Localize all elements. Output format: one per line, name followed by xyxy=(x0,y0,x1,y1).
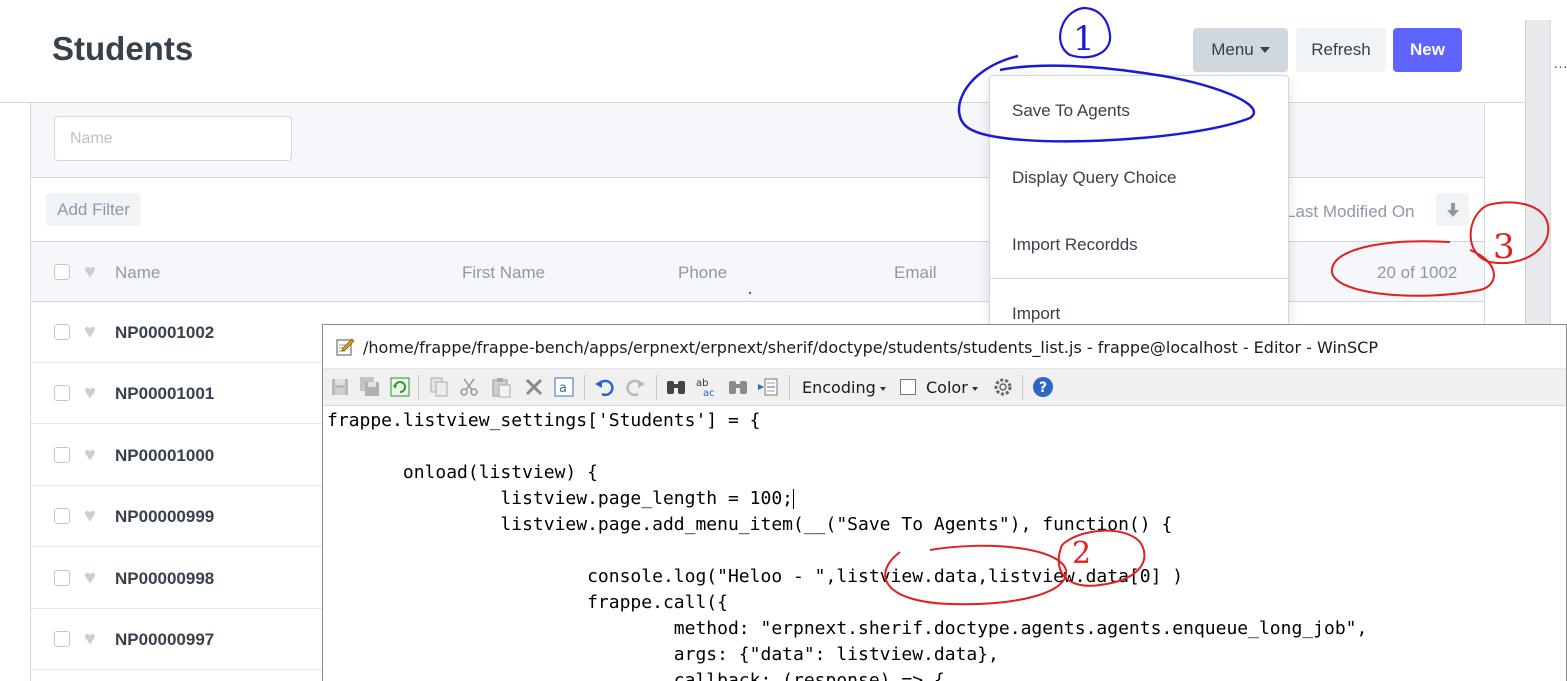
code-line: listview.page.add_menu_item(__("Save To … xyxy=(327,514,1173,535)
encoding-dropdown[interactable]: Encoding xyxy=(802,378,886,397)
toolbar-separator xyxy=(656,375,657,400)
undo-icon[interactable] xyxy=(593,376,615,398)
winscp-editor-window: /home/frappe/frappe-bench/apps/erpnext/e… xyxy=(322,324,1567,681)
annotation-dot xyxy=(749,292,751,294)
find-next-icon[interactable] xyxy=(727,376,749,398)
cut-icon[interactable] xyxy=(458,376,480,398)
gear-icon[interactable] xyxy=(992,376,1014,398)
row-name-link[interactable]: NP00001000 xyxy=(115,446,214,466)
editor-titlebar[interactable]: /home/frappe/frappe-bench/apps/erpnext/e… xyxy=(323,325,1566,369)
heart-icon[interactable]: ♥ xyxy=(84,506,96,526)
row-name-link[interactable]: NP00001001 xyxy=(115,384,214,404)
delete-icon[interactable] xyxy=(523,376,545,398)
code-line: args: {"data": listview.data}, xyxy=(327,644,999,665)
color-checkbox[interactable] xyxy=(900,379,916,395)
select-all-checkbox[interactable] xyxy=(54,264,70,280)
row-name-link[interactable]: NP00000997 xyxy=(115,630,214,650)
menu-button[interactable]: Menu xyxy=(1193,28,1288,72)
svg-text:?: ? xyxy=(1039,380,1047,396)
select-all-icon[interactable]: a xyxy=(553,376,575,398)
code-line: method: "erpnext.sherif.doctype.agents.a… xyxy=(327,618,1368,639)
find-icon[interactable] xyxy=(665,376,687,398)
caret-down-icon xyxy=(971,386,978,391)
toolbar-separator xyxy=(418,375,419,400)
caret-down-icon xyxy=(1259,47,1270,53)
save-icon[interactable] xyxy=(329,376,351,398)
menu-item-save-to-agents[interactable]: Save To Agents xyxy=(1012,101,1130,121)
row-checkbox[interactable] xyxy=(54,508,70,524)
list-count: 20 of 1002 xyxy=(1377,263,1458,282)
column-header-first-name: First Name xyxy=(462,263,546,282)
code-line: callback: (response) => { xyxy=(327,670,945,681)
row-checkbox[interactable] xyxy=(54,324,70,340)
heart-icon[interactable]: ♥ xyxy=(84,445,96,465)
row-name-link[interactable]: NP00000999 xyxy=(115,507,214,527)
row-checkbox[interactable] xyxy=(54,385,70,401)
code-editor[interactable]: frappe.listview_settings['Students'] = {… xyxy=(323,407,1566,681)
toolbar-separator xyxy=(1022,375,1023,400)
name-filter-input[interactable] xyxy=(54,116,292,161)
column-header-name[interactable]: Name xyxy=(115,263,160,283)
arrow-down-icon xyxy=(1446,202,1459,217)
heart-icon[interactable]: ♥ xyxy=(84,262,96,282)
heart-icon[interactable]: ♥ xyxy=(84,568,96,588)
column-header-email: Email xyxy=(894,263,937,282)
heart-icon[interactable]: ♥ xyxy=(84,383,96,403)
sort-order-button[interactable] xyxy=(1436,193,1469,226)
code-line-cursor: listview.page_length = 100; xyxy=(327,489,794,509)
column-header-phone: Phone xyxy=(678,263,728,282)
copy-icon[interactable] xyxy=(428,376,450,398)
save-all-icon[interactable] xyxy=(359,376,381,398)
menu-item-import[interactable]: Import xyxy=(1012,304,1060,324)
menu-divider xyxy=(990,278,1288,279)
toolbar-separator xyxy=(789,375,790,400)
menu-dropdown: Save To Agents Display Query Choice Impo… xyxy=(989,75,1289,330)
goto-line-icon[interactable] xyxy=(757,376,779,398)
heart-icon[interactable]: ♥ xyxy=(84,629,96,649)
row-checkbox[interactable] xyxy=(54,570,70,586)
reload-icon[interactable] xyxy=(389,376,411,398)
row-name-link[interactable]: NP00001002 xyxy=(115,323,214,343)
add-filter-button[interactable]: Add Filter xyxy=(46,193,141,226)
color-dropdown[interactable]: Color xyxy=(926,378,978,397)
sort-selector[interactable]: Last Modified On xyxy=(1286,202,1415,222)
editor-toolbar: a ab ac Encoding Color ? xyxy=(323,369,1566,406)
code-line: onload(listview) { xyxy=(327,462,598,483)
encoding-label: Encoding xyxy=(802,378,876,397)
menu-item-display-query-choice[interactable]: Display Query Choice xyxy=(1012,168,1176,188)
notepad-pencil-icon xyxy=(336,338,355,356)
row-checkbox[interactable] xyxy=(54,631,70,647)
code-line: frappe.call({ xyxy=(327,592,728,613)
redo-icon[interactable] xyxy=(625,376,647,398)
heart-icon[interactable]: ♥ xyxy=(84,322,96,342)
editor-title: /home/frappe/frappe-bench/apps/erpnext/e… xyxy=(363,338,1378,357)
page-title: Students xyxy=(52,30,194,67)
help-icon[interactable]: ? xyxy=(1032,376,1054,398)
svg-text:a: a xyxy=(559,381,567,396)
menu-item-import-records[interactable]: Import Recordds xyxy=(1012,235,1138,255)
new-button[interactable]: New xyxy=(1393,28,1462,72)
row-name-link[interactable]: NP00000998 xyxy=(115,569,214,589)
replace-icon[interactable]: abac xyxy=(695,376,717,398)
page-header: Students Menu Refresh New xyxy=(0,0,1525,103)
text-cursor xyxy=(793,489,794,509)
refresh-button[interactable]: Refresh xyxy=(1296,28,1386,72)
svg-text:ac: ac xyxy=(703,388,715,398)
code-line-text: listview.page_length = 100; xyxy=(327,488,793,509)
code-line: frappe.listview_settings['Students'] = { xyxy=(327,410,761,431)
row-checkbox[interactable] xyxy=(54,447,70,463)
caret-down-icon xyxy=(879,386,886,391)
color-label: Color xyxy=(926,378,968,397)
toolbar-separator xyxy=(584,375,585,400)
more-icon: … xyxy=(1553,55,1567,72)
code-line: console.log("Heloo - ",listview.data,lis… xyxy=(327,566,1184,587)
menu-button-label: Menu xyxy=(1211,40,1254,59)
paste-icon[interactable] xyxy=(490,376,512,398)
annotation-mark-3: 3 xyxy=(1493,227,1515,267)
